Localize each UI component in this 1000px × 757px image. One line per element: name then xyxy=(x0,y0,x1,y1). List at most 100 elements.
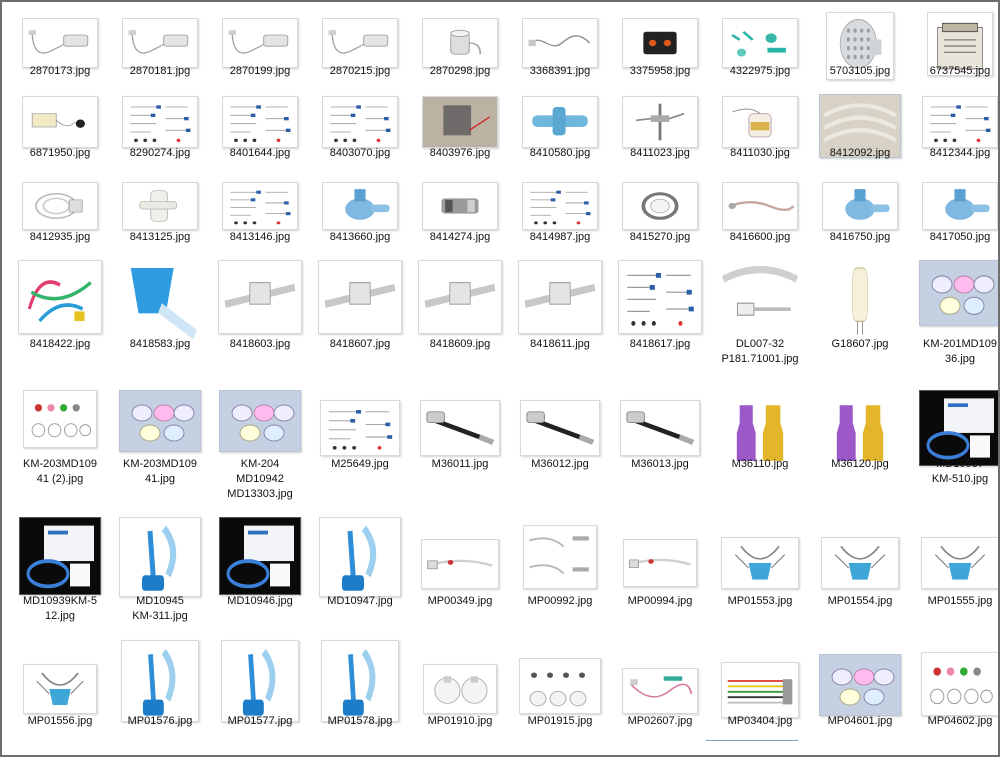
mask-set-icon xyxy=(23,390,97,448)
file-item[interactable]: 2870215.jpg xyxy=(310,12,410,98)
file-item[interactable]: M36110.jpg xyxy=(710,390,810,491)
file-item[interactable]: 8411030.jpg xyxy=(710,94,810,180)
file-item[interactable]: M36013.jpg xyxy=(610,390,710,491)
file-item[interactable]: MP04601.jpg xyxy=(810,640,910,748)
file-item[interactable]: KM-204 MD10942 MD13303.jpg xyxy=(210,390,310,500)
file-item[interactable]: 8418611.jpg xyxy=(510,260,610,371)
file-item[interactable]: 8418583.jpg xyxy=(110,260,210,371)
file-item[interactable]: 8414274.jpg xyxy=(410,180,510,264)
file-item[interactable]: MP01553.jpg xyxy=(710,517,810,628)
file-name: 8418609.jpg xyxy=(429,338,491,350)
file-item[interactable]: MP01578.jpg xyxy=(310,640,410,748)
clip-bar-icon xyxy=(518,260,602,334)
file-item[interactable]: M36120.jpg xyxy=(810,390,910,491)
file-item[interactable]: 8411023.jpg xyxy=(610,94,710,180)
file-item[interactable]: 8410580.jpg xyxy=(510,94,610,180)
colored-tubes-icon xyxy=(18,260,102,334)
file-item[interactable]: 8413660.jpg xyxy=(310,180,410,264)
file-item[interactable]: MD10946.jpg xyxy=(210,517,310,628)
file-name: 8415270.jpg xyxy=(629,231,691,243)
file-name: 2870181.jpg xyxy=(129,65,191,77)
file-item[interactable]: 8290274.jpg xyxy=(110,94,210,180)
file-item[interactable]: MP01576.jpg xyxy=(110,640,210,748)
file-item[interactable]: 8412344.jpg xyxy=(910,94,998,180)
file-item[interactable]: MD10947.jpg xyxy=(310,517,410,628)
file-item[interactable]: KM-201MD109 36.jpg xyxy=(910,260,998,371)
file-item[interactable]: M36012.jpg xyxy=(510,390,610,491)
file-item[interactable]: MP01910.jpg xyxy=(410,640,510,748)
caps-purple-yellow-icon xyxy=(731,390,789,466)
file-item[interactable]: KM-203MD109 41.jpg xyxy=(110,390,210,491)
file-item[interactable]: MD10937 KM-510.jpg xyxy=(910,390,998,491)
file-item[interactable]: 8401644.jpg xyxy=(210,94,310,180)
file-item[interactable]: DL007-32 P181.71001.jpg xyxy=(710,260,810,371)
file-name: KM-203MD109 41.jpg xyxy=(123,458,197,485)
file-item[interactable]: 8412935.jpg xyxy=(10,180,110,264)
file-item[interactable]: MP02607.jpg xyxy=(610,640,710,748)
boxed-kit-icon xyxy=(219,517,301,595)
masks-photo-icon xyxy=(219,390,301,452)
file-item[interactable]: 2870298.jpg xyxy=(410,12,510,98)
file-item[interactable]: 6737545.jpg xyxy=(910,12,998,98)
file-item[interactable]: MD10939KM-5 12.jpg xyxy=(10,517,110,628)
file-item[interactable]: MP03404.jpg xyxy=(710,640,810,748)
file-item[interactable]: 4322975.jpg xyxy=(710,12,810,98)
file-item[interactable]: MD10945 KM-311.jpg xyxy=(110,517,210,628)
file-name: 8410580.jpg xyxy=(529,147,591,159)
file-item[interactable]: MP01555.jpg xyxy=(910,517,998,628)
file-item[interactable]: MP01556.jpg xyxy=(10,640,110,748)
cable-sensor-icon xyxy=(122,18,198,68)
file-item[interactable]: 8415270.jpg xyxy=(610,180,710,264)
file-item[interactable]: 8403976.jpg xyxy=(410,94,510,180)
file-item[interactable]: 8418609.jpg xyxy=(410,260,510,371)
file-item[interactable]: 8418603.jpg xyxy=(210,260,310,371)
file-item[interactable]: 8418617.jpg xyxy=(610,260,710,371)
file-item[interactable]: 8416600.jpg xyxy=(710,180,810,264)
file-name: MD10946.jpg xyxy=(227,595,293,607)
file-item[interactable]: 8413146.jpg xyxy=(210,180,310,264)
file-name: 2870298.jpg xyxy=(429,65,491,77)
file-item[interactable]: G18607.jpg xyxy=(810,260,910,371)
file-item[interactable]: 6871950.jpg xyxy=(10,94,110,180)
file-item[interactable]: 8416750.jpg xyxy=(810,180,910,264)
file-name: G18607.jpg xyxy=(831,338,889,350)
file-item[interactable]: 8418607.jpg xyxy=(310,260,410,371)
file-item[interactable]: 3375958.jpg xyxy=(610,12,710,98)
file-item[interactable]: MP04602.jpg xyxy=(910,640,998,748)
file-name: MP00349.jpg xyxy=(427,595,493,607)
kit-parts-icon xyxy=(722,18,798,68)
blue-mask-kit-icon xyxy=(119,517,201,597)
file-item[interactable]: 8417050.jpg xyxy=(910,180,998,264)
parts-diagram-icon xyxy=(122,96,198,148)
file-item[interactable]: 8418422.jpg xyxy=(10,260,110,371)
file-item[interactable]: KM-203MD109 41 (2).jpg xyxy=(10,390,110,491)
file-item[interactable]: MP01915.jpg xyxy=(510,640,610,748)
file-item[interactable]: 2870181.jpg xyxy=(110,12,210,98)
file-name: 8412092.jpg xyxy=(829,147,891,159)
file-name: 3368391.jpg xyxy=(529,65,591,77)
file-name: 8413660.jpg xyxy=(329,231,391,243)
blue-mask-kit-icon xyxy=(221,640,299,722)
parts-diagram-icon xyxy=(222,96,298,148)
file-item[interactable]: MP00992.jpg xyxy=(510,517,610,628)
cup-connector-icon xyxy=(422,18,498,68)
file-item[interactable]: M25649.jpg xyxy=(310,390,410,491)
file-item[interactable]: 2870173.jpg xyxy=(10,12,110,98)
parts-diagram-icon xyxy=(922,96,998,148)
file-item[interactable]: 8414987.jpg xyxy=(510,180,610,264)
file-item[interactable]: 3368391.jpg xyxy=(510,12,610,98)
file-item[interactable]: 2870199.jpg xyxy=(210,12,310,98)
file-item[interactable]: 8412092.jpg xyxy=(810,94,910,180)
file-item[interactable]: 5703105.jpg xyxy=(810,12,910,98)
white-connector-icon xyxy=(122,182,198,230)
file-item[interactable]: 8403070.jpg xyxy=(310,94,410,180)
file-item[interactable]: MP00994.jpg xyxy=(610,517,710,628)
file-item[interactable]: MP01577.jpg xyxy=(210,640,310,748)
file-name: MD10937 KM-510.jpg xyxy=(931,458,989,485)
file-item[interactable]: M36011.jpg xyxy=(410,390,510,491)
file-name: MP01915.jpg xyxy=(527,715,593,727)
file-item[interactable]: 8413125.jpg xyxy=(110,180,210,264)
cable-sensor-icon xyxy=(322,18,398,68)
file-item[interactable]: MP01554.jpg xyxy=(810,517,910,628)
file-item[interactable]: MP00349.jpg xyxy=(410,517,510,628)
